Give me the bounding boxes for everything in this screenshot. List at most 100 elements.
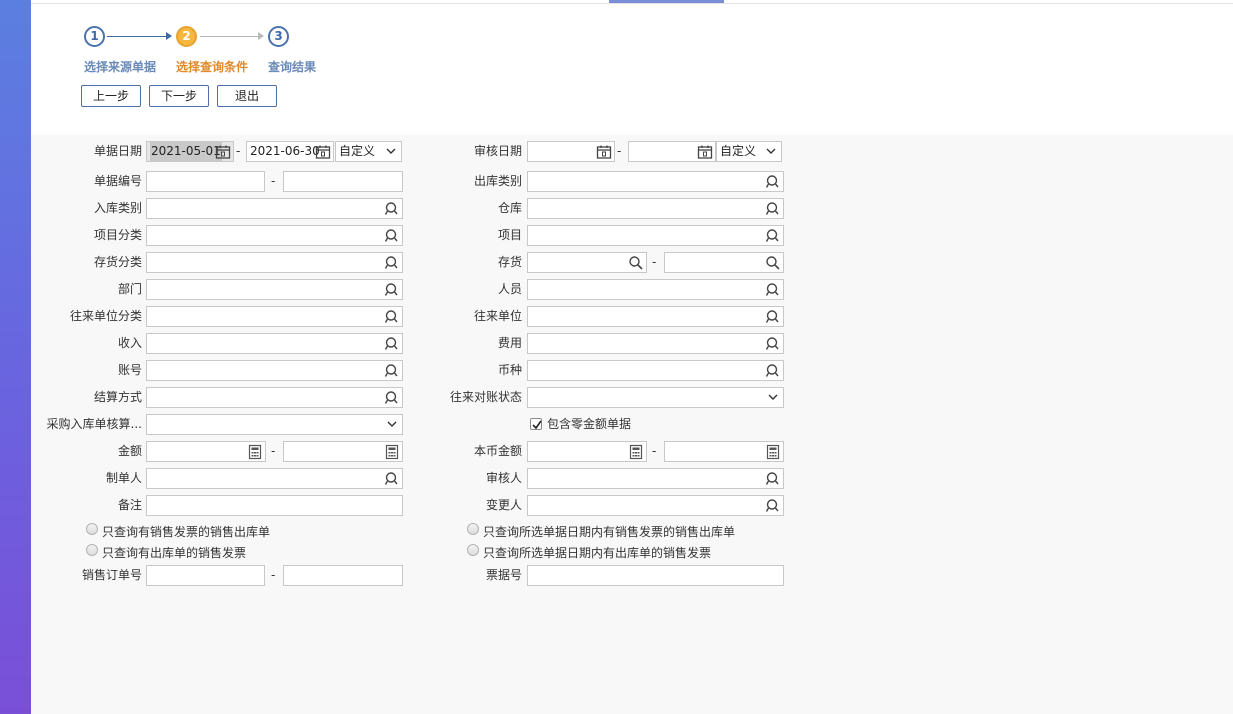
next-step-button[interactable]: 下一步: [149, 85, 209, 107]
radio-date-invoice-outbound-label: 只查询所选单据日期内有销售发票的销售出库单: [483, 525, 736, 539]
magnifier-lookup-icon[interactable]: [765, 282, 781, 298]
magnifier-lookup-icon[interactable]: [765, 498, 781, 514]
auditor-label: 审核人: [485, 471, 522, 485]
amount-to-field[interactable]: [283, 441, 403, 462]
doc-date-range-value: 自定义: [339, 144, 376, 158]
radio-date-outbound-invoice[interactable]: [467, 544, 479, 556]
in-type-label: 入库类别: [93, 201, 142, 215]
doc-date-from-value: 2021-05-01: [150, 142, 222, 161]
local-amount-to-field[interactable]: [664, 441, 784, 462]
partner-label: 往来单位: [473, 309, 522, 323]
calendar-icon[interactable]: [215, 144, 231, 160]
magnifier-lookup-icon[interactable]: [384, 336, 400, 352]
project-class-label: 项目分类: [93, 228, 142, 242]
account-field[interactable]: [146, 360, 403, 381]
department-label: 部门: [117, 282, 142, 296]
exit-button[interactable]: 退出: [217, 85, 277, 107]
project-field[interactable]: [527, 225, 784, 246]
auditor-field[interactable]: [527, 468, 784, 489]
calendar-icon[interactable]: [697, 144, 713, 160]
inventory-from-field[interactable]: [527, 252, 647, 273]
calculator-icon[interactable]: [628, 444, 644, 460]
calculator-icon[interactable]: [247, 444, 263, 460]
step-1-circle: 1: [84, 26, 105, 47]
creator-field[interactable]: [146, 468, 403, 489]
doc-date-label: 单据日期: [93, 144, 142, 158]
step-2-circle: 2: [176, 26, 197, 47]
magnifier-lookup-icon[interactable]: [384, 201, 400, 217]
amount-label: 金额: [117, 444, 142, 458]
magnifier-lookup-icon[interactable]: [384, 390, 400, 406]
magnifier-lookup-icon[interactable]: [765, 228, 781, 244]
settle-method-field[interactable]: [146, 387, 403, 408]
magnifier-lookup-icon[interactable]: [765, 309, 781, 325]
partner-field[interactable]: [527, 306, 784, 327]
income-field[interactable]: [146, 333, 403, 354]
partner-class-field[interactable]: [146, 306, 403, 327]
sales-order-no-to-field[interactable]: [283, 565, 403, 586]
magnifier-lookup-icon[interactable]: [384, 309, 400, 325]
step-connector-2: [200, 36, 260, 37]
reconcile-status-select[interactable]: [527, 387, 784, 408]
creator-label: 制单人: [105, 471, 142, 485]
radio-date-invoice-outbound[interactable]: [467, 523, 479, 535]
magnifier-lookup-icon[interactable]: [765, 471, 781, 487]
include-zero-checkbox[interactable]: [530, 418, 542, 430]
calculator-icon[interactable]: [384, 444, 400, 460]
audit-date-separator: -: [617, 144, 622, 158]
department-field[interactable]: [146, 279, 403, 300]
person-label: 人员: [497, 282, 522, 296]
doc-no-from-field[interactable]: [146, 171, 265, 192]
doc-no-separator: -: [271, 174, 276, 188]
magnifier-lookup-icon[interactable]: [765, 201, 781, 217]
magnifier-lookup-icon[interactable]: [384, 255, 400, 271]
calendar-icon[interactable]: [315, 144, 331, 160]
magnifier-lookup-icon[interactable]: [384, 471, 400, 487]
magnifier-lookup-icon[interactable]: [384, 228, 400, 244]
search-icon[interactable]: [765, 255, 781, 271]
purchase-check-select[interactable]: [146, 414, 403, 435]
prev-step-button[interactable]: 上一步: [81, 85, 141, 107]
warehouse-field[interactable]: [527, 198, 784, 219]
magnifier-lookup-icon[interactable]: [384, 282, 400, 298]
local-amount-separator: -: [652, 444, 657, 458]
calendar-icon[interactable]: [596, 144, 612, 160]
currency-field[interactable]: [527, 360, 784, 381]
doc-no-to-field[interactable]: [283, 171, 403, 192]
audit-date-to-field[interactable]: [628, 141, 716, 162]
inventory-to-field[interactable]: [664, 252, 784, 273]
magnifier-lookup-icon[interactable]: [765, 174, 781, 190]
calculator-icon[interactable]: [765, 444, 781, 460]
step-connector-1: [107, 36, 169, 37]
inventory-label: 存货: [497, 255, 522, 269]
person-field[interactable]: [527, 279, 784, 300]
sales-order-no-from-field[interactable]: [146, 565, 265, 586]
chevron-down-icon: [387, 421, 397, 428]
magnifier-lookup-icon[interactable]: [765, 363, 781, 379]
remark-field[interactable]: [146, 495, 403, 516]
local-amount-from-field[interactable]: [527, 441, 647, 462]
doc-date-to-field[interactable]: 2021-06-30: [246, 141, 334, 162]
doc-date-from-field[interactable]: 2021-05-01: [146, 141, 234, 162]
expense-field[interactable]: [527, 333, 784, 354]
radio-invoice-outbound[interactable]: [86, 523, 98, 535]
step-3-label: 查询结果: [268, 60, 317, 74]
chevron-down-icon: [768, 394, 778, 401]
radio-outbound-invoice[interactable]: [86, 544, 98, 556]
ticket-no-field[interactable]: [527, 565, 784, 586]
amount-from-field[interactable]: [146, 441, 266, 462]
warehouse-label: 仓库: [497, 201, 522, 215]
search-icon[interactable]: [628, 255, 644, 271]
magnifier-lookup-icon[interactable]: [765, 336, 781, 352]
project-class-field[interactable]: [146, 225, 403, 246]
out-type-field[interactable]: [527, 171, 784, 192]
expense-label: 费用: [497, 336, 522, 350]
magnifier-lookup-icon[interactable]: [384, 363, 400, 379]
doc-date-range-select[interactable]: 自定义: [335, 141, 402, 162]
in-type-field[interactable]: [146, 198, 403, 219]
purchase-check-label: 采购入库单核算...: [46, 417, 142, 431]
audit-date-from-field[interactable]: [527, 141, 615, 162]
audit-date-range-select[interactable]: 自定义: [716, 141, 782, 162]
modifier-field[interactable]: [527, 495, 784, 516]
inventory-class-field[interactable]: [146, 252, 403, 273]
